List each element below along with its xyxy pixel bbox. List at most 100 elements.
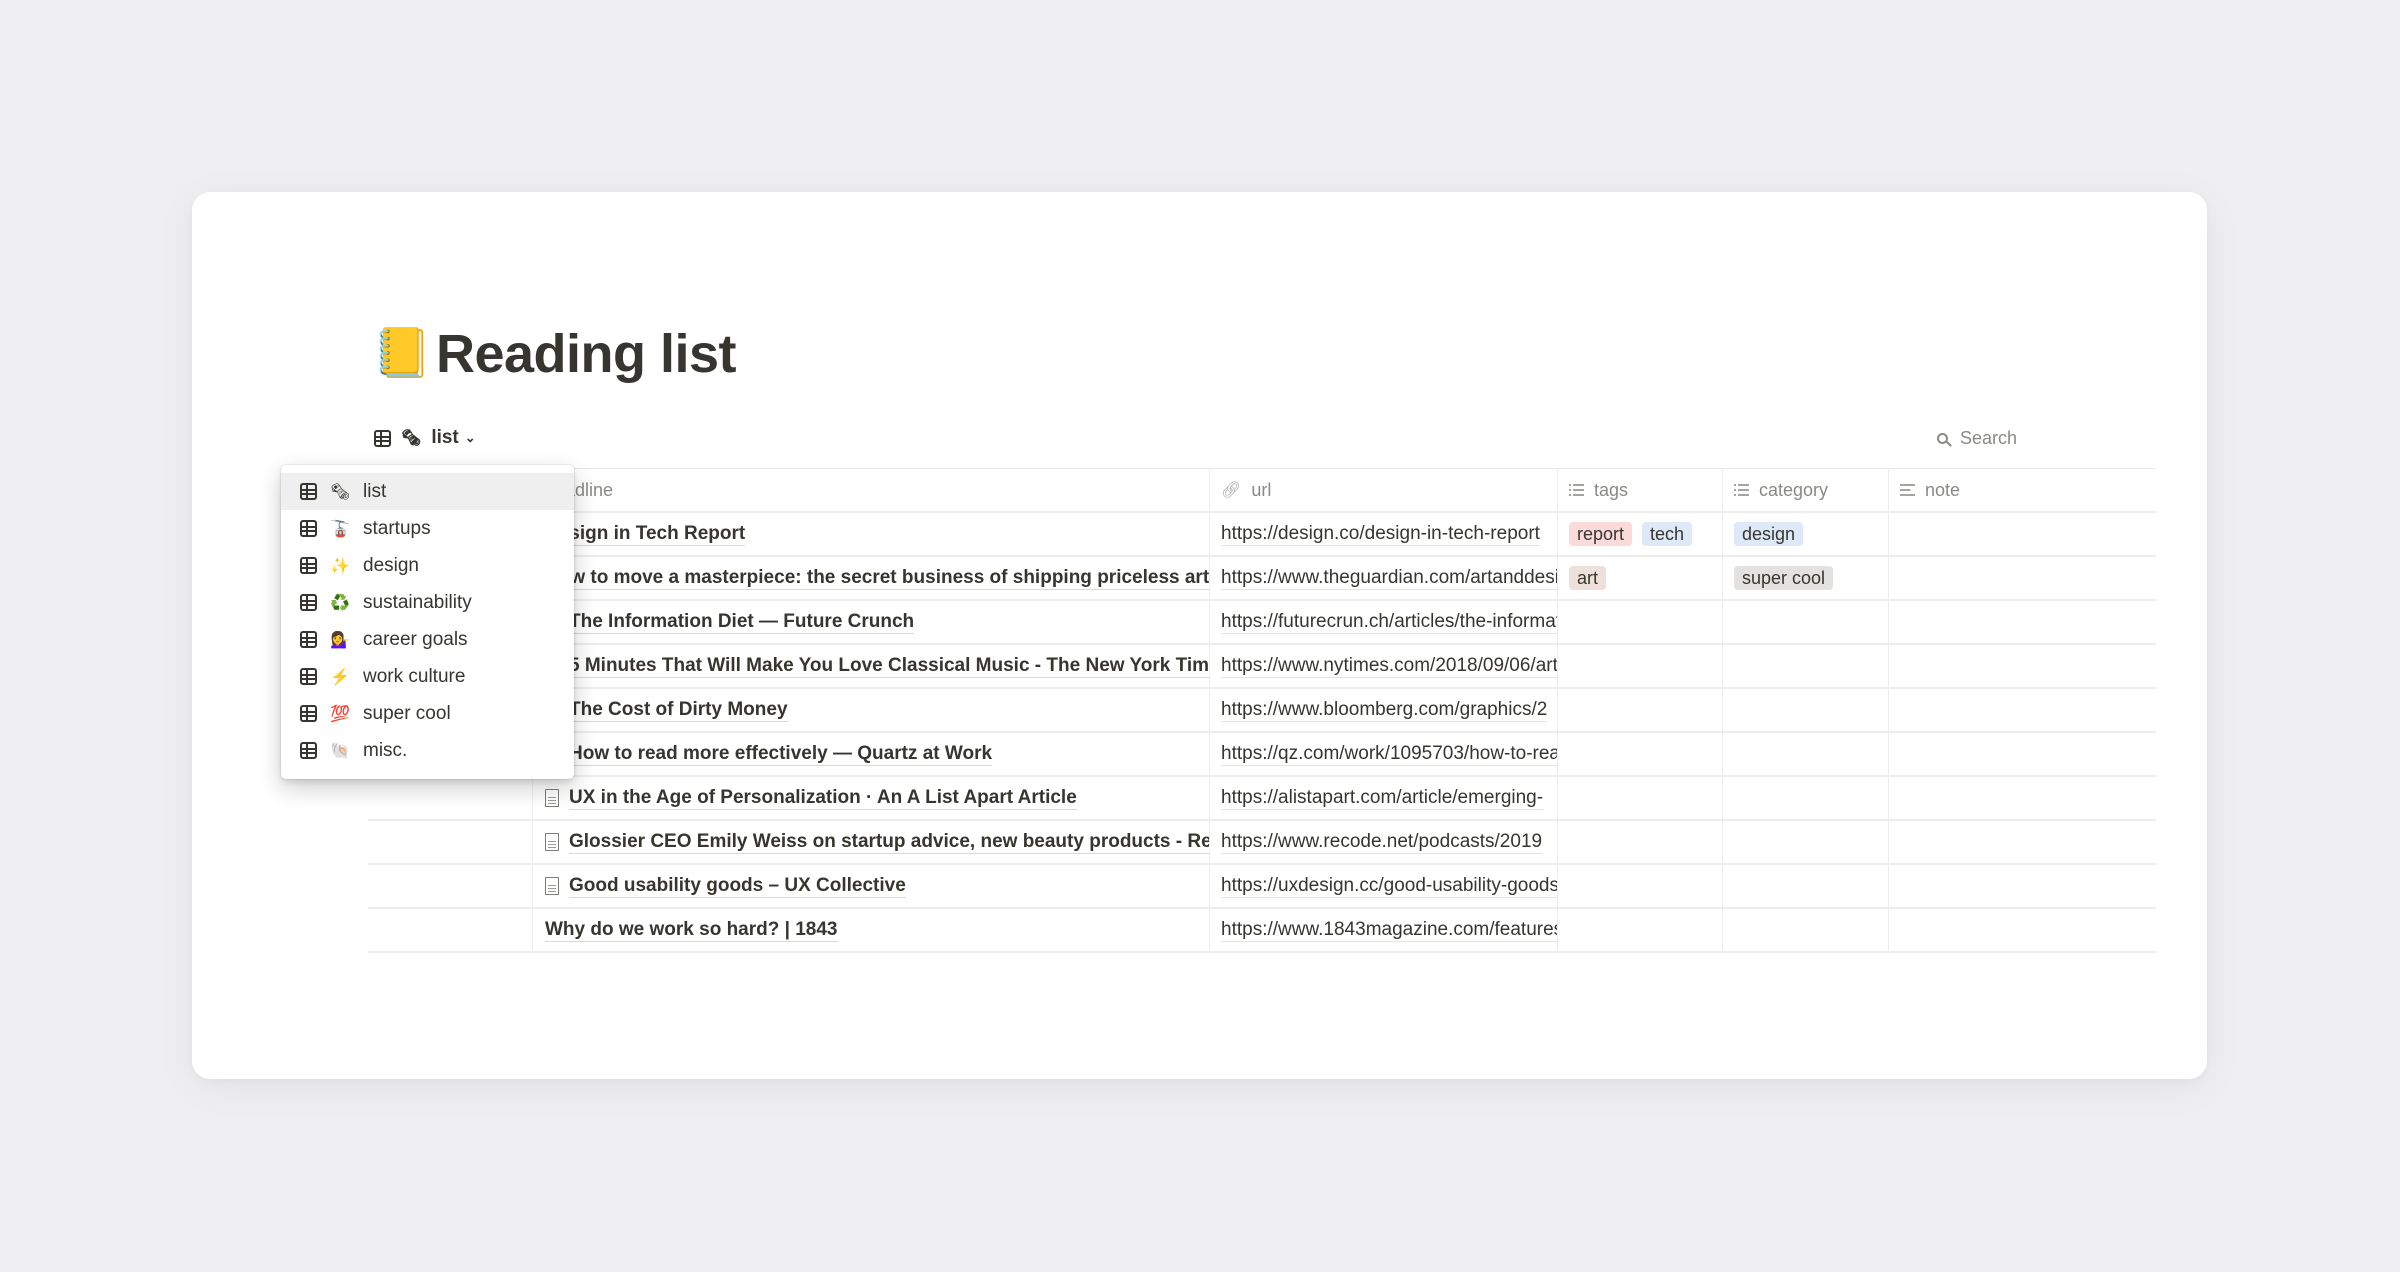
note-cell[interactable] bbox=[1889, 601, 2156, 643]
url-cell[interactable]: https://www.recode.net/podcasts/2019 bbox=[1210, 821, 1558, 863]
category-cell[interactable] bbox=[1723, 821, 1889, 863]
table-row[interactable]: 5 Minutes That Will Make You Love Classi… bbox=[368, 645, 2156, 689]
view-switcher-button[interactable]: 🗞 list ⌄ bbox=[374, 422, 476, 454]
note-cell[interactable] bbox=[1889, 689, 2156, 731]
headline-cell[interactable]: Design in Tech Report bbox=[533, 513, 1210, 555]
url-cell[interactable]: https://www.bloomberg.com/graphics/2 bbox=[1210, 689, 1558, 731]
note-cell[interactable] bbox=[1889, 777, 2156, 819]
note-cell[interactable] bbox=[1889, 645, 2156, 687]
url-link[interactable]: https://www.recode.net/podcasts/2019 bbox=[1221, 831, 1543, 854]
search-button[interactable]: Search bbox=[1937, 422, 2017, 454]
tags-cell[interactable] bbox=[1558, 689, 1723, 731]
headline-cell[interactable]: How to read more effectively — Quartz at… bbox=[533, 733, 1210, 775]
category-cell[interactable]: super cool bbox=[1723, 557, 1889, 599]
url-cell[interactable]: https://futurecrun.ch/articles/the-infor… bbox=[1210, 601, 1558, 643]
note-cell[interactable] bbox=[1889, 821, 2156, 863]
url-cell[interactable]: https://www.nytimes.com/2018/09/06/arts bbox=[1210, 645, 1558, 687]
headline-cell[interactable]: Glossier CEO Emily Weiss on startup advi… bbox=[533, 821, 1210, 863]
row-blank-cell[interactable] bbox=[368, 777, 533, 819]
note-cell[interactable] bbox=[1889, 557, 2156, 599]
view-menu-item[interactable]: ⚡ work culture bbox=[281, 658, 574, 695]
category-cell[interactable] bbox=[1723, 689, 1889, 731]
view-menu-item[interactable]: 💁‍♀️ career goals bbox=[281, 621, 574, 658]
table-row[interactable]: How to move a masterpiece: the secret bu… bbox=[368, 557, 2156, 601]
headline-cell[interactable]: 5 Minutes That Will Make You Love Classi… bbox=[533, 645, 1210, 687]
category-cell[interactable] bbox=[1723, 865, 1889, 907]
row-blank-cell[interactable] bbox=[368, 865, 533, 907]
view-menu-item[interactable]: 💯 super cool bbox=[281, 695, 574, 732]
tags-cell[interactable]: art bbox=[1558, 557, 1723, 599]
view-menu-item[interactable]: ♻️ sustainability bbox=[281, 584, 574, 621]
category-cell[interactable] bbox=[1723, 733, 1889, 775]
tags-cell[interactable] bbox=[1558, 865, 1723, 907]
headline-link[interactable]: 5 Minutes That Will Make You Love Classi… bbox=[569, 655, 1209, 678]
tags-cell[interactable] bbox=[1558, 733, 1723, 775]
headline-link[interactable]: The Information Diet — Future Crunch bbox=[569, 611, 915, 634]
url-link[interactable]: https://www.1843magazine.com/features bbox=[1221, 919, 1557, 942]
headline-link[interactable]: The Cost of Dirty Money bbox=[569, 699, 788, 722]
headline-link[interactable]: UX in the Age of Personalization · An A … bbox=[569, 787, 1077, 810]
category-cell[interactable] bbox=[1723, 777, 1889, 819]
category-cell[interactable] bbox=[1723, 645, 1889, 687]
url-cell[interactable]: https://alistapart.com/article/emerging- bbox=[1210, 777, 1558, 819]
note-cell[interactable] bbox=[1889, 733, 2156, 775]
column-header-note[interactable]: note bbox=[1889, 469, 2156, 511]
table-row[interactable]: The Cost of Dirty Money https://www.bloom… bbox=[368, 689, 2156, 733]
table-row[interactable]: Glossier CEO Emily Weiss on startup advi… bbox=[368, 821, 2156, 865]
column-header-tags[interactable]: tags bbox=[1558, 469, 1723, 511]
url-cell[interactable]: https://www.1843magazine.com/features bbox=[1210, 909, 1558, 951]
view-menu-item[interactable]: 🐚 misc. bbox=[281, 732, 574, 769]
headline-cell[interactable]: Why do we work so hard? | 1843 bbox=[533, 909, 1210, 951]
table-row[interactable]: Why do we work so hard? | 1843 https://ww… bbox=[368, 909, 2156, 953]
tags-cell[interactable] bbox=[1558, 821, 1723, 863]
row-blank-cell[interactable] bbox=[368, 821, 533, 863]
view-menu-item[interactable]: ✨ design bbox=[281, 547, 574, 584]
category-cell[interactable] bbox=[1723, 909, 1889, 951]
headline-link[interactable]: Design in Tech Report bbox=[545, 523, 746, 546]
table-row[interactable]: How to read more effectively — Quartz at… bbox=[368, 733, 2156, 777]
url-cell[interactable]: https://qz.com/work/1095703/how-to-read bbox=[1210, 733, 1558, 775]
ledger-notebook-icon[interactable]: 📒 bbox=[372, 330, 432, 378]
page-title[interactable]: Reading list bbox=[436, 323, 737, 385]
headline-cell[interactable]: Good usability goods – UX Collective bbox=[533, 865, 1210, 907]
category-cell[interactable] bbox=[1723, 601, 1889, 643]
table-row[interactable]: Good usability goods – UX Collective http… bbox=[368, 865, 2156, 909]
tags-cell[interactable] bbox=[1558, 601, 1723, 643]
headline-cell[interactable]: How to move a masterpiece: the secret bu… bbox=[533, 557, 1210, 599]
headline-link[interactable]: How to read more effectively — Quartz at… bbox=[569, 743, 993, 766]
url-link[interactable]: https://www.nytimes.com/2018/09/06/arts bbox=[1221, 655, 1557, 678]
url-cell[interactable]: https://uxdesign.cc/good-usability-goods bbox=[1210, 865, 1558, 907]
headline-cell[interactable]: The Information Diet — Future Crunch bbox=[533, 601, 1210, 643]
view-menu-item[interactable]: 🚡 startups bbox=[281, 510, 574, 547]
tags-cell[interactable] bbox=[1558, 777, 1723, 819]
url-link[interactable]: https://alistapart.com/article/emerging- bbox=[1221, 787, 1544, 810]
headline-cell[interactable]: The Cost of Dirty Money bbox=[533, 689, 1210, 731]
url-link[interactable]: https://www.bloomberg.com/graphics/2 bbox=[1221, 699, 1548, 722]
url-link[interactable]: https://www.theguardian.com/artanddesign bbox=[1221, 567, 1557, 590]
table-row[interactable]: The Information Diet — Future Crunch http… bbox=[368, 601, 2156, 645]
headline-link[interactable]: Glossier CEO Emily Weiss on startup advi… bbox=[569, 831, 1209, 854]
table-row[interactable]: Design in Tech Report https://design.co/d… bbox=[368, 513, 2156, 557]
url-link[interactable]: https://futurecrun.ch/articles/the-infor… bbox=[1221, 611, 1557, 634]
headline-cell[interactable]: UX in the Age of Personalization · An A … bbox=[533, 777, 1210, 819]
view-menu-item[interactable]: 🗞 list bbox=[281, 473, 574, 510]
note-cell[interactable] bbox=[1889, 909, 2156, 951]
column-header-category[interactable]: category bbox=[1723, 469, 1889, 511]
tags-cell[interactable]: report tech bbox=[1558, 513, 1723, 555]
headline-link[interactable]: Good usability goods – UX Collective bbox=[569, 875, 906, 898]
column-header-headline[interactable]: headline bbox=[533, 469, 1210, 511]
tags-cell[interactable] bbox=[1558, 645, 1723, 687]
url-link[interactable]: https://qz.com/work/1095703/how-to-read bbox=[1221, 743, 1557, 766]
url-cell[interactable]: https://www.theguardian.com/artanddesign bbox=[1210, 557, 1558, 599]
note-cell[interactable] bbox=[1889, 513, 2156, 555]
url-link[interactable]: https://uxdesign.cc/good-usability-goods bbox=[1221, 875, 1557, 898]
url-cell[interactable]: https://design.co/design-in-tech-report bbox=[1210, 513, 1558, 555]
url-link[interactable]: https://design.co/design-in-tech-report bbox=[1221, 523, 1540, 546]
table-row[interactable]: UX in the Age of Personalization · An A … bbox=[368, 777, 2156, 821]
row-blank-cell[interactable] bbox=[368, 909, 533, 951]
category-cell[interactable]: design bbox=[1723, 513, 1889, 555]
column-header-url[interactable]: 🔗︎ url bbox=[1210, 469, 1558, 511]
note-cell[interactable] bbox=[1889, 865, 2156, 907]
tags-cell[interactable] bbox=[1558, 909, 1723, 951]
headline-link[interactable]: Why do we work so hard? | 1843 bbox=[545, 919, 838, 942]
